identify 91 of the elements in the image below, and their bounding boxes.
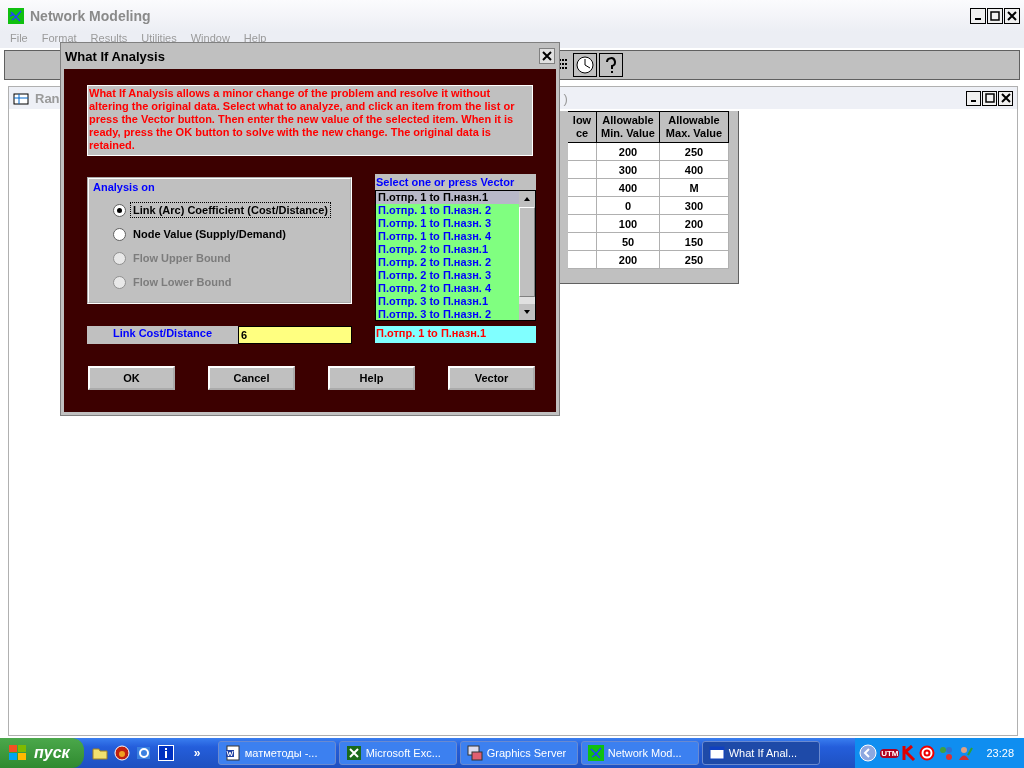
list-item[interactable]: П.отпр. 1 to П.назн. 3 (376, 217, 519, 230)
list-item[interactable]: П.отпр. 2 to П.назн. 3 (376, 269, 519, 282)
taskbar-button[interactable]: матметоды -... (217, 741, 336, 765)
list-item[interactable]: П.отпр. 1 to П.назн.1 (376, 191, 519, 204)
list-header: Select one or press Vector (375, 174, 536, 190)
table-cell (568, 160, 597, 179)
start-button[interactable]: пуск (0, 738, 84, 768)
table-cell: M (659, 178, 729, 197)
list-item[interactable]: П.отпр. 3 to П.назн.1 (376, 295, 519, 308)
network-icon (8, 8, 24, 24)
group-title: Analysis on (93, 181, 156, 193)
table-cell: 400 (596, 178, 660, 197)
maximize-button[interactable] (982, 90, 997, 106)
taskbar-button[interactable]: Graphics Server (459, 741, 578, 765)
chevron-icon[interactable] (859, 744, 878, 762)
radio-label[interactable]: Link (Arc) Coefficient (Cost/Distance) (130, 202, 331, 218)
table-cell (568, 142, 597, 161)
column-header: low ce (568, 111, 597, 143)
scroll-up-icon[interactable] (519, 191, 535, 207)
dialog-button[interactable]: Vector (448, 366, 535, 390)
maximize-icon (984, 93, 995, 103)
table-cell (568, 250, 597, 269)
window-icon (708, 745, 725, 761)
monitors-icon (466, 745, 483, 761)
list-item[interactable]: П.отпр. 1 to П.назн. 4 (376, 230, 519, 243)
more-button[interactable]: » (193, 746, 201, 760)
table-cell: 200 (596, 142, 660, 161)
tray-label[interactable]: UTM (880, 748, 900, 758)
document-icon (224, 745, 241, 761)
minimize-button[interactable] (966, 90, 981, 106)
radio-label[interactable]: Node Value (Supply/Demand) (130, 226, 289, 242)
table-cell: 250 (659, 142, 729, 161)
column-header: Allowable Min. Value (596, 111, 660, 143)
maximize-icon (990, 11, 1000, 21)
dialog-button[interactable]: Cancel (208, 366, 295, 390)
flag-icon (8, 743, 28, 763)
list-item[interactable]: П.отпр. 2 to П.назн. 4 (376, 282, 519, 295)
list-item[interactable]: П.отпр. 2 to П.назн.1 (376, 243, 519, 256)
input-field[interactable]: 6 (238, 326, 352, 344)
table-cell: 0 (596, 196, 660, 215)
close-icon (1000, 93, 1011, 103)
dialog-title: What If Analysis (65, 48, 165, 64)
taskbar-button[interactable]: Microsoft Exc... (338, 741, 457, 765)
selection-display: П.отпр. 1 to П.назн.1 (375, 326, 536, 343)
folder-icon[interactable] (91, 745, 108, 761)
close-icon (542, 51, 552, 61)
radio-button[interactable] (113, 227, 126, 241)
taskbar-button[interactable]: Network Mod... (580, 741, 699, 765)
maximize-button[interactable] (987, 8, 1003, 24)
help-icon[interactable] (599, 53, 623, 77)
list-item[interactable]: П.отпр. 2 to П.назн. 2 (376, 256, 519, 269)
description-text: What If Analysis allows a minor change of the problem and resolve it without altering the original data. Select what to analyze, and click an item from the list or press the Vector button. Then enter the new value of the selected item. When it is ready, press the OK button to solve with the new change. The original data is retained. (87, 85, 533, 156)
table-cell: 100 (596, 214, 660, 233)
minimize-button[interactable] (970, 8, 986, 24)
close-icon (1007, 11, 1017, 21)
child-window-title: Ran (35, 90, 60, 106)
radio-button[interactable] (113, 203, 126, 217)
dialog-button[interactable]: Help (328, 366, 415, 390)
child-window-title: ) (563, 90, 568, 106)
dialog-button[interactable]: OK (88, 366, 175, 390)
scroll-thumb[interactable] (519, 207, 535, 297)
network-icon (587, 745, 604, 761)
window-title: Network Modeling (30, 8, 151, 24)
close-button[interactable] (998, 90, 1013, 106)
table-cell: 150 (659, 232, 729, 251)
table-cell (568, 214, 597, 233)
info-icon[interactable] (157, 745, 174, 761)
table-cell: 300 (596, 160, 660, 179)
spreadsheet-icon (345, 745, 362, 761)
table-cell: 250 (659, 250, 729, 269)
clock: 23:28 (986, 747, 1014, 759)
column-header: Allowable Max. Value (659, 111, 729, 143)
table-cell (568, 196, 597, 215)
table-cell: 200 (596, 250, 660, 269)
clock-icon[interactable] (573, 53, 597, 77)
close-button[interactable] (1004, 8, 1020, 24)
field-label: Link Cost/Distance (87, 326, 238, 344)
close-button[interactable] (539, 48, 555, 64)
table-cell: 300 (659, 196, 729, 215)
list-item[interactable]: П.отпр. 1 to П.назн. 2 (376, 204, 519, 217)
browser-icon[interactable] (135, 745, 152, 761)
table-cell: 400 (659, 160, 729, 179)
table-cell (568, 178, 597, 197)
table-cell (568, 232, 597, 251)
taskbar-button[interactable]: What If Anal... (701, 741, 820, 765)
list-item[interactable]: П.отпр. 3 to П.назн. 2 (376, 308, 519, 320)
table-cell: 50 (596, 232, 660, 251)
table-icon (13, 91, 31, 105)
scroll-down-icon[interactable] (519, 304, 535, 320)
table-cell: 200 (659, 214, 729, 233)
scrollbar[interactable] (519, 191, 535, 320)
